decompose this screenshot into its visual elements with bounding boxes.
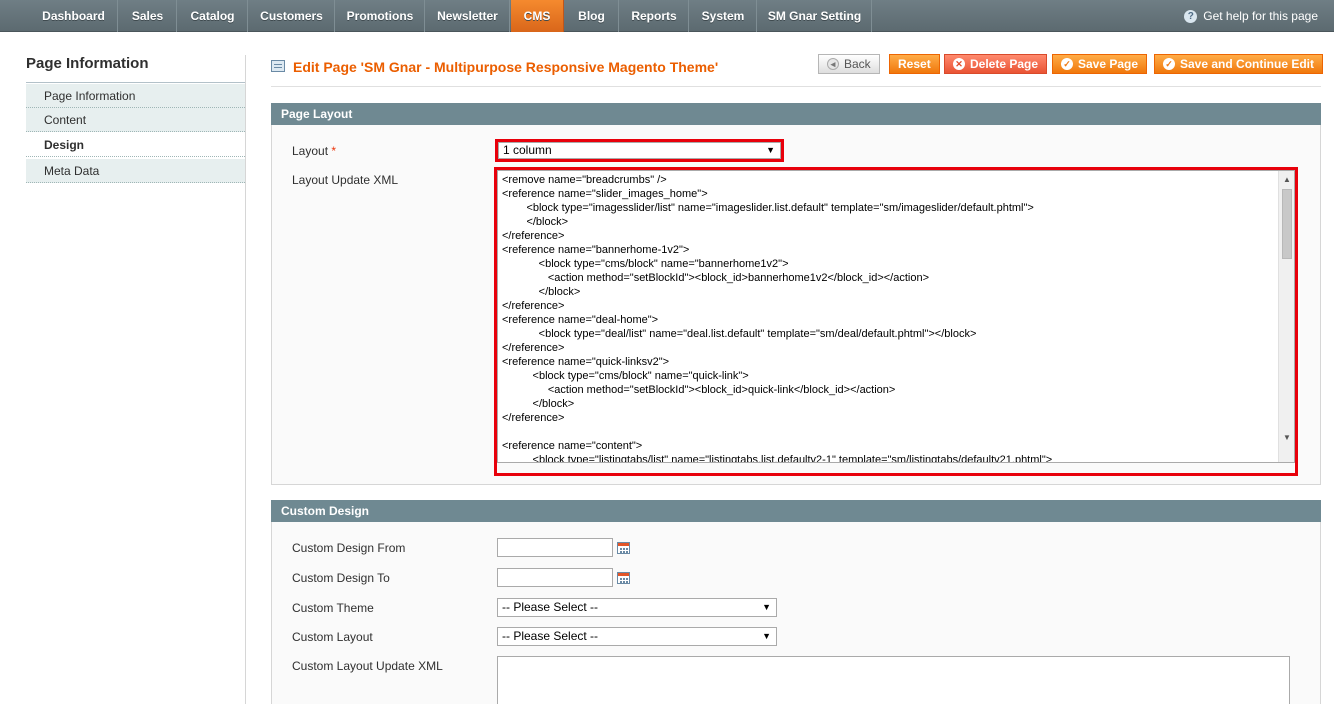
xml-line: <block type="cms/block" name="quick-link… [502,370,749,382]
dropdown-arrow-icon: ▼ [762,602,771,612]
xml-line: <block type="listingtabs/list" name="lis… [502,454,1053,463]
custom-layout-select[interactable]: -- Please Select -- ▼ [497,627,777,646]
nav-system[interactable]: System [690,0,757,32]
calendar-icon[interactable] [617,542,630,554]
sidebar-item-meta-data[interactable]: Meta Data [26,159,245,183]
custom-layout-update-xml-textarea[interactable] [497,656,1290,704]
textarea-scrollbar[interactable]: ▲ ▼ [1278,171,1294,462]
custom-layout-label: Custom Layout [292,630,373,644]
custom-design-from-label: Custom Design From [292,541,406,555]
xml-line: <block type="imagesslider/list" name="im… [502,202,1034,214]
custom-design-header: Custom Design [271,500,1321,522]
layout-label-text: Layout [292,144,329,158]
xml-line: <action method="setBlockId"><block_id>qu… [502,384,896,396]
scroll-up-icon[interactable]: ▲ [1283,175,1291,184]
xml-line: <block type="cms/block" name="bannerhome… [502,258,789,270]
required-mark: * [331,144,337,158]
sidebar-item-page-information[interactable]: Page Information [26,84,245,108]
nav-cms[interactable]: CMS [511,0,564,32]
sidebar-divider [245,55,246,704]
xml-line: <reference name="slider_images_home"> [502,188,708,200]
nav-blog[interactable]: Blog [565,0,619,32]
custom-design-to-input[interactable] [497,568,613,587]
top-navigation: Dashboard Sales Catalog Customers Promot… [0,0,1334,32]
layout-update-xml-textarea[interactable]: <remove name="breadcrumbs" /> <reference… [497,170,1295,463]
xml-line: <reference name="content"> [502,440,643,452]
custom-layout-value: -- Please Select -- [502,629,599,643]
scrollbar-thumb[interactable] [1282,189,1292,259]
xml-line: <reference name="deal-home"> [502,314,659,326]
page-header: Edit Page 'SM Gnar - Multipurpose Respon… [271,54,1324,86]
back-button[interactable]: ◂ Back [818,54,880,74]
delete-page-button[interactable]: ✕ Delete Page [944,54,1048,74]
back-button-label: Back [844,57,871,71]
custom-design-from-input[interactable] [497,538,613,557]
xml-line: <action method="setBlockId"><block_id>ba… [502,272,929,284]
xml-line: </block> [502,286,581,298]
xml-line: </reference> [502,300,565,312]
checkmark-icon: ✓ [1163,58,1175,70]
sidebar-item-content[interactable]: Content [26,108,245,132]
nav-newsletter[interactable]: Newsletter [426,0,510,32]
nav-sm-gnar-setting[interactable]: SM Gnar Setting [758,0,872,32]
save-page-button-label: Save Page [1078,57,1139,71]
header-divider [271,86,1321,87]
nav-dashboard[interactable]: Dashboard [30,0,118,32]
layout-select-value: 1 column [503,143,552,157]
calendar-icon[interactable] [617,572,630,584]
layout-label: Layout * [292,144,336,158]
help-link[interactable]: ? Get help for this page [1184,0,1318,32]
page-title: Edit Page 'SM Gnar - Multipurpose Respon… [293,59,719,75]
delete-page-button-label: Delete Page [970,57,1039,71]
page-edit-icon [271,60,285,72]
help-label: Get help for this page [1203,9,1318,23]
custom-design-to-label: Custom Design To [292,571,390,585]
layout-update-xml-label: Layout Update XML [292,173,399,187]
page-layout-header: Page Layout [271,103,1321,125]
nav-sales[interactable]: Sales [119,0,177,32]
dropdown-arrow-icon: ▼ [766,145,775,155]
custom-layout-update-xml-label: Custom Layout Update XML [292,659,443,673]
back-arrow-icon: ◂ [827,58,839,70]
nav-catalog[interactable]: Catalog [178,0,248,32]
layout-select[interactable]: 1 column ▼ [498,142,781,159]
delete-icon: ✕ [953,58,965,70]
sidebar-item-design[interactable]: Design [26,133,245,157]
xml-line: </reference> [502,342,565,354]
question-circle-icon: ? [1184,9,1198,23]
xml-line: </reference> [502,230,565,242]
sidebar-title: Page Information [26,52,245,83]
checkmark-icon: ✓ [1061,58,1073,70]
nav-reports[interactable]: Reports [620,0,689,32]
custom-theme-label: Custom Theme [292,601,374,615]
save-page-button[interactable]: ✓ Save Page [1052,54,1148,74]
xml-line: <reference name="quick-linksv2"> [502,356,670,368]
save-and-continue-button-label: Save and Continue Edit [1180,57,1315,71]
xml-line: <remove name="breadcrumbs" /> [502,174,667,186]
scroll-down-icon[interactable]: ▼ [1283,433,1291,442]
xml-line: <block type="deal/list" name="deal.list.… [502,328,977,340]
xml-line: </block> [502,216,569,228]
reset-button[interactable]: Reset [889,54,940,74]
nav-customers[interactable]: Customers [249,0,335,32]
nav-promotions[interactable]: Promotions [336,0,425,32]
xml-line: <reference name="bannerhome-1v2"> [502,244,690,256]
custom-theme-select[interactable]: -- Please Select -- ▼ [497,598,777,617]
xml-line: </reference> [502,412,565,424]
custom-theme-value: -- Please Select -- [502,600,599,614]
reset-button-label: Reset [898,57,931,71]
sidebar: Page Information Page Information Conten… [26,52,245,183]
dropdown-arrow-icon: ▼ [762,631,771,641]
save-and-continue-button[interactable]: ✓ Save and Continue Edit [1154,54,1324,74]
xml-line: </block> [502,398,575,410]
